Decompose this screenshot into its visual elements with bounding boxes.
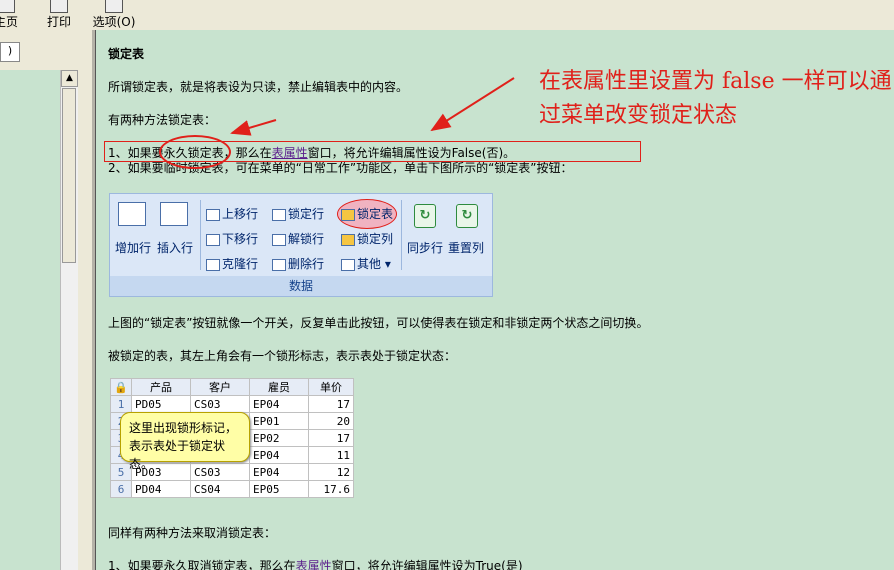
home-button[interactable]: 主页 [0,0,20,30]
toolbar: 主页 打印 选项(O) [0,0,894,30]
home-icon [0,0,15,13]
arrow-to-oval [230,119,277,136]
left-pane-body [0,70,60,570]
help-content: 锁定表 所谓锁定表，就是将表设为只读，禁止编辑表中的内容。 有两种方法锁定表： … [95,30,894,570]
print-button[interactable]: 打印 [44,0,74,30]
options-icon [105,0,123,13]
arrow-to-box [430,77,515,132]
scrollbar-thumb[interactable] [62,88,76,263]
vertical-scrollbar[interactable]: ▲ [60,70,78,570]
options-label: 选项(O) [92,15,136,29]
print-label: 打印 [46,15,71,29]
left-pane: ) ▲ [0,30,92,570]
annotation-arrows [230,77,515,136]
options-button[interactable]: 选项(O) [90,0,138,30]
scroll-up-icon[interactable]: ▲ [61,70,78,87]
printer-icon [50,0,68,13]
home-label: 主页 [0,15,18,29]
left-pane-tab[interactable]: ) [0,42,20,62]
